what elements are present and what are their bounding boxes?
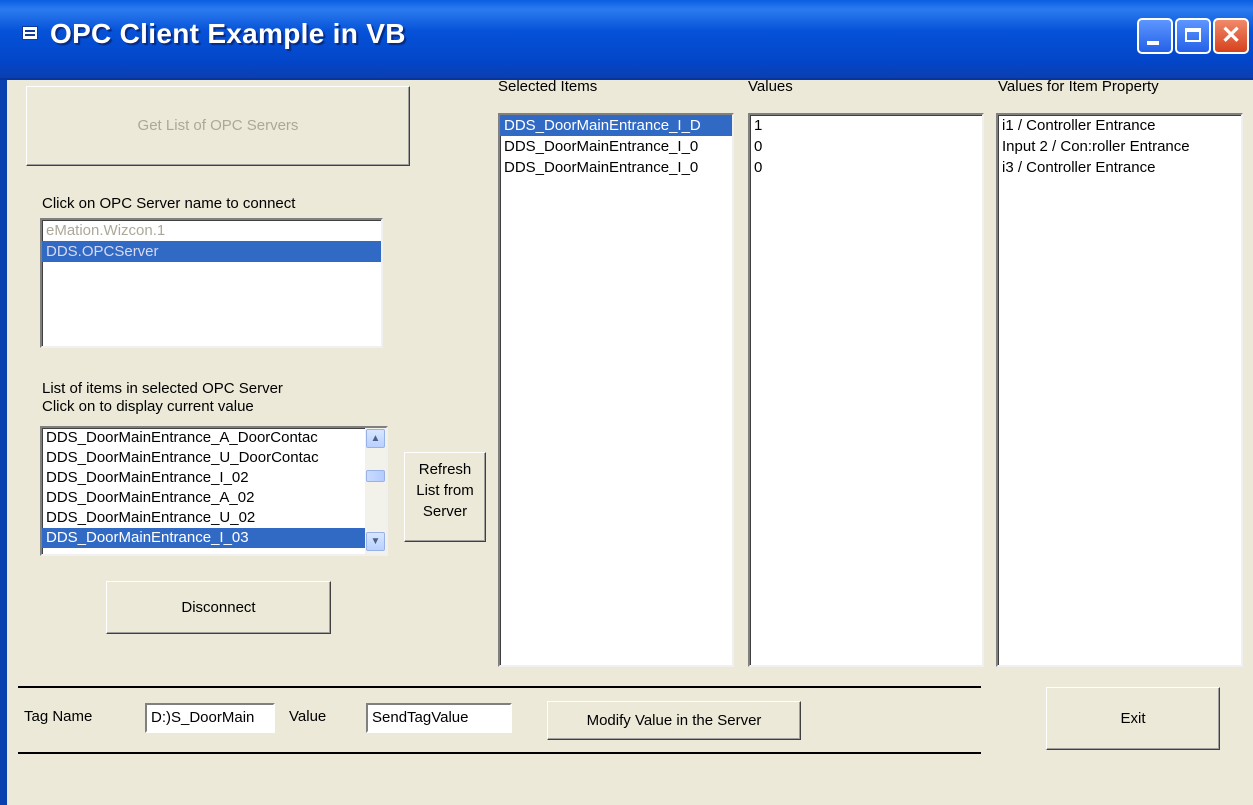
value-row[interactable]: 0 — [750, 136, 982, 157]
property-row[interactable]: i3 / Controller Entrance — [998, 157, 1241, 178]
list-item-selected[interactable]: DDS_DoorMainEntrance_I_03 — [42, 528, 366, 548]
property-row[interactable]: Input 2 / Con:roller Entrance — [998, 136, 1241, 157]
refresh-list-button[interactable]: Refresh List from Server — [404, 452, 486, 542]
selected-item-row[interactable]: DDS_DoorMainEntrance_I_0 — [500, 136, 732, 157]
list-item[interactable]: DDS_DoorMainEntrance_I_02 — [42, 468, 366, 488]
server-item-selected[interactable]: DDS.OPCServer — [42, 241, 381, 262]
list-item[interactable]: DDS_DoorMainEntrance_A_02 — [42, 488, 366, 508]
refresh-label-line: List from — [416, 482, 474, 499]
list-item[interactable]: DDS_DoorMainEntrance_U_02 — [42, 508, 366, 528]
minimize-icon[interactable] — [1137, 18, 1173, 54]
item-property-listbox[interactable]: i1 / Controller Entrance Input 2 / Con:r… — [996, 113, 1243, 667]
item-property-header: Values for Item Property — [998, 78, 1159, 95]
modify-value-button[interactable]: Modify Value in the Server — [547, 701, 801, 740]
value-label: Value — [289, 708, 327, 725]
server-listbox[interactable]: eMation.Wizcon.1 DDS.OPCServer — [40, 218, 383, 348]
scroll-up-icon[interactable]: ▲ — [366, 429, 385, 448]
refresh-label-line: Server — [422, 503, 468, 520]
items-list-label: List of items in selected OPC Server — [42, 380, 283, 397]
close-glyph: ✕ — [1220, 22, 1242, 49]
property-row[interactable]: i1 / Controller Entrance — [998, 115, 1241, 136]
selected-item-row[interactable]: DDS_DoorMainEntrance_I_0 — [500, 157, 732, 178]
server-item[interactable]: eMation.Wizcon.1 — [42, 220, 381, 241]
get-servers-button[interactable]: Get List of OPC Servers — [26, 86, 410, 166]
close-icon[interactable]: ✕ — [1213, 18, 1249, 54]
list-item[interactable]: DDS_DoorMainEntrance_U_DoorContac — [42, 448, 366, 468]
app-window-icon[interactable] — [22, 26, 38, 40]
exit-button[interactable]: Exit — [1046, 687, 1220, 750]
scroll-down-icon[interactable]: ▼ — [366, 532, 385, 551]
window-title: OPC Client Example in VB — [50, 18, 406, 49]
items-list-hint: Click on to display current value — [42, 398, 254, 415]
scroll-thumb[interactable] — [366, 470, 385, 482]
refresh-label-line: Refresh — [418, 461, 472, 478]
items-listbox[interactable]: DDS_DoorMainEntrance_A_DoorContac DDS_Do… — [40, 426, 388, 556]
selected-items-header: Selected Items — [498, 78, 598, 95]
maximize-icon[interactable] — [1175, 18, 1211, 54]
server-list-label: Click on OPC Server name to connect — [42, 195, 296, 212]
values-header: Values — [748, 78, 793, 95]
items-scrollbar[interactable]: ▲ ▼ — [365, 428, 386, 554]
tag-name-field[interactable]: D:)S_DoorMain — [145, 703, 275, 733]
window-left-border — [0, 80, 7, 805]
value-row[interactable]: 1 — [750, 115, 982, 136]
values-listbox[interactable]: 1 0 0 — [748, 113, 984, 667]
disconnect-button[interactable]: Disconnect — [106, 581, 331, 634]
list-item[interactable]: DDS_DoorMainEntrance_A_DoorContac — [42, 428, 366, 448]
selected-items-listbox[interactable]: DDS_DoorMainEntrance_I_D DDS_DoorMainEnt… — [498, 113, 734, 667]
selected-item-row[interactable]: DDS_DoorMainEntrance_I_D — [500, 115, 732, 136]
divider-bottom — [18, 752, 981, 754]
tag-value-field[interactable]: SendTagValue — [366, 703, 512, 733]
tag-name-label: Tag Name — [24, 708, 93, 725]
divider-top — [18, 686, 981, 688]
value-row[interactable]: 0 — [750, 157, 982, 178]
